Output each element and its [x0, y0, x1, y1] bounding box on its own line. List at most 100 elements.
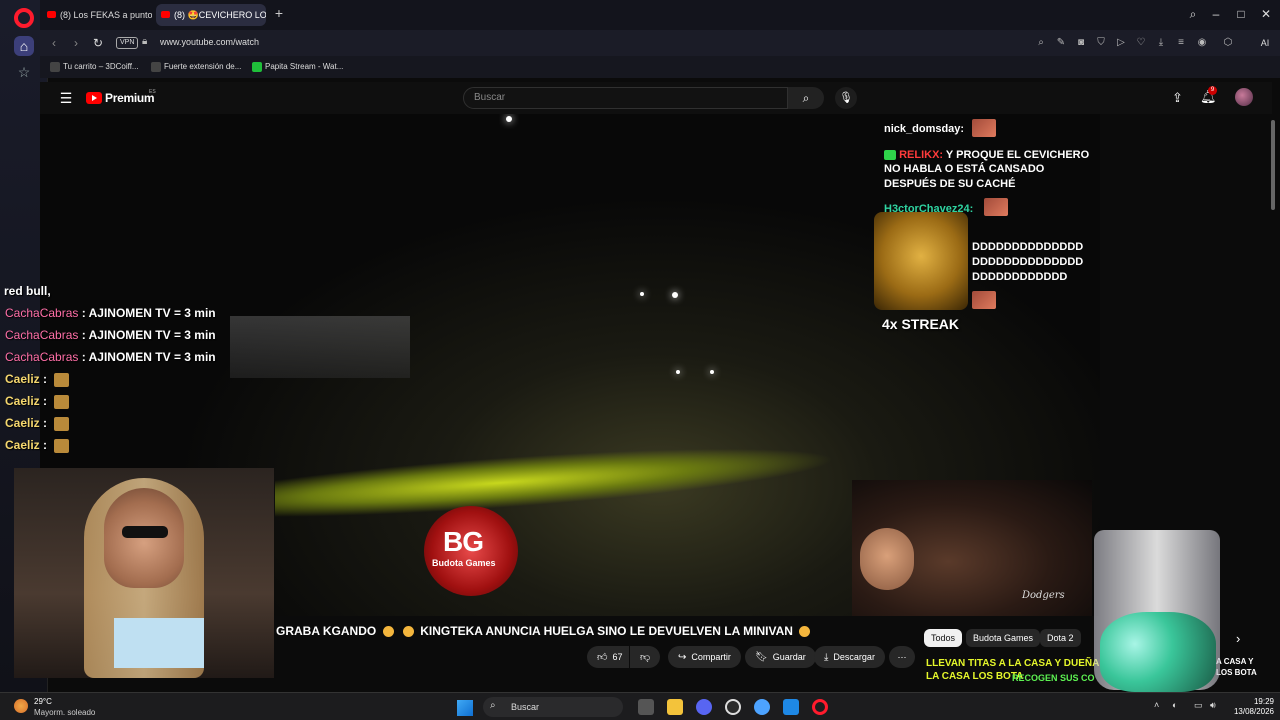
more-actions-button[interactable]: ⋯ — [889, 646, 915, 668]
streak-label: 4x STREAK — [882, 316, 960, 332]
minimize-icon[interactable]: – — [1208, 6, 1224, 22]
promo-banner[interactable]: LLEVAN TITAS A LA CASA Y DUEÑA LA CASA L… — [924, 656, 1100, 686]
chat-username: RELIKX: — [899, 149, 944, 161]
bookmark-icon: 🔖︎ — [755, 652, 768, 663]
chip-dota-2[interactable]: Dota 2 — [1040, 629, 1081, 647]
dislike-button[interactable]: 👎︎ — [630, 646, 660, 668]
favicon-icon — [252, 62, 262, 72]
search-input[interactable]: Buscar — [463, 87, 788, 109]
emoji-icon — [799, 626, 811, 638]
like-button[interactable]: 👍︎ 67 — [587, 646, 629, 668]
clock-time[interactable]: 19:29 — [1226, 697, 1274, 706]
tab-los-fekas[interactable]: (8) Los FEKAS a punto de — [42, 4, 152, 26]
youtube-logo-icon[interactable] — [86, 92, 102, 104]
share-button[interactable]: ↪ Compartir — [668, 646, 741, 668]
youtube-header: ☰ Premium ES Buscar ⌕ 🎙︎ ⇪ 🔔︎ 9 — [40, 82, 1272, 114]
chat-message: CachaCabras : AJINOMEN TV = 3 min — [5, 306, 216, 320]
profile-icon[interactable]: ◉ — [1195, 36, 1209, 50]
tab-strip: (8) Los FEKAS a punto de (8) 🤩CEVICHERO … — [40, 0, 1280, 30]
monitor-app-icon[interactable] — [783, 699, 799, 715]
bookmark-item[interactable]: Papita Stream - Wat... — [252, 61, 343, 73]
emote-icon — [984, 198, 1008, 216]
chevron-right-icon[interactable]: › — [1236, 631, 1240, 646]
camera-icon[interactable]: ◙ — [1074, 36, 1088, 50]
star-icon[interactable]: ☆ — [14, 62, 34, 82]
youtube-brand[interactable]: Premium — [105, 91, 155, 105]
forward-icon[interactable]: › — [68, 35, 84, 51]
ai-button[interactable]: AI — [1252, 34, 1278, 52]
play-icon[interactable]: ▷ — [1114, 36, 1128, 50]
notification-badge: 9 — [1208, 86, 1217, 95]
page-scrollbar[interactable] — [1271, 120, 1275, 210]
url-field[interactable]: www.youtube.com/watch — [160, 37, 259, 47]
taskbar-search-input[interactable]: Buscar — [483, 697, 623, 717]
chrome-icon[interactable] — [754, 699, 770, 715]
back-icon[interactable]: ‹ — [46, 35, 62, 51]
search-tabs-icon[interactable]: ⌕ — [1185, 6, 1201, 22]
weather-sun-icon[interactable] — [14, 699, 28, 713]
emoji-icon — [382, 626, 394, 638]
heart-icon[interactable]: ♡ — [1134, 36, 1148, 50]
menu-lines-icon[interactable]: ≡ — [1174, 36, 1188, 50]
chat-message: Caeliz : — [5, 416, 70, 431]
search-button[interactable]: ⌕ — [788, 87, 824, 109]
promo-line: LA CASA LOS BOTA — [926, 671, 1024, 682]
extensions-icon[interactable]: ⬡ — [1221, 36, 1235, 50]
tab-cevichero[interactable]: (8) 🤩CEVICHERO LO — [156, 4, 266, 26]
candy-overlay-image — [1100, 612, 1216, 692]
chat-message: Caeliz : — [5, 394, 70, 409]
chip-budota-games[interactable]: Budota Games — [966, 629, 1041, 647]
task-view-icon[interactable] — [638, 699, 654, 715]
home-icon[interactable]: ⌂ — [14, 36, 34, 56]
clock-date[interactable]: 13/08/2026 — [1226, 707, 1274, 716]
opera-logo-icon[interactable] — [14, 8, 34, 28]
avatar[interactable] — [1235, 88, 1253, 106]
edit-icon[interactable]: ✎ — [1054, 36, 1068, 50]
tray-chevron-icon[interactable]: ˄ — [1154, 700, 1159, 710]
emote-icon — [54, 416, 70, 431]
vpn-badge[interactable]: VPN — [116, 37, 139, 49]
save-button[interactable]: 🔖︎ Guardar — [745, 646, 816, 668]
download-icon[interactable]: ⤓ — [1154, 36, 1168, 50]
chat-text: : AJINOMEN TV = 3 min — [81, 306, 216, 320]
reload-icon[interactable]: ↻ — [90, 35, 106, 51]
microphone-icon[interactable]: 🎙︎ — [835, 87, 857, 109]
chat-text: : AJINOMEN TV = 3 min — [81, 328, 216, 342]
lock-icon[interactable]: 🔒︎ — [142, 36, 147, 47]
volume-icon[interactable]: 🔊︎ — [1210, 700, 1216, 711]
search-icon: ⌕ — [802, 91, 810, 105]
opera-taskbar-icon[interactable] — [812, 699, 828, 715]
file-explorer-icon[interactable] — [667, 699, 683, 715]
bookmark-item[interactable]: Fuerte extensión de... — [151, 61, 241, 73]
network-icon[interactable]: ▭ — [1194, 700, 1203, 711]
download-button[interactable]: ⤓ Descargar — [814, 646, 885, 668]
windows-start-icon[interactable] — [457, 700, 473, 716]
maximize-icon[interactable]: □ — [1233, 6, 1249, 22]
upload-icon[interactable]: ⇪ — [1172, 90, 1183, 106]
hamburger-menu-icon[interactable]: ☰ — [58, 90, 74, 106]
new-tab-plus-icon[interactable]: + — [272, 6, 286, 20]
tray-app-icon[interactable]: ◐ — [1172, 700, 1177, 710]
chip-all[interactable]: Todos — [924, 629, 963, 647]
weather-description[interactable]: Mayorm. soleado — [34, 708, 95, 717]
shield-icon[interactable]: ⛉ — [1094, 36, 1108, 50]
emote-icon — [54, 394, 70, 409]
favicon-icon — [151, 62, 161, 72]
weather-temperature[interactable]: 29°C — [34, 697, 52, 706]
steam-icon[interactable] — [725, 699, 741, 715]
promo-line: LLEVAN TITAS A LA CASA Y DUEÑA — [926, 658, 1100, 669]
thumbs-up-icon: 👍︎ — [597, 652, 608, 663]
share-label: Compartir — [691, 652, 731, 662]
close-icon[interactable]: ✕ — [1258, 6, 1274, 22]
chat-text: Y PROQUE EL CEVICHERO — [945, 149, 1090, 161]
chat-message: CachaCabras : AJINOMEN TV = 3 min — [5, 328, 216, 342]
streamer-face — [104, 488, 184, 588]
promo-line: LOS BOTA — [1216, 668, 1257, 677]
like-count: 67 — [612, 652, 623, 662]
search-page-icon[interactable]: ⌕ — [1034, 36, 1048, 50]
badge-icon — [884, 150, 896, 161]
chat-text: NO HABLA O ESTÁ CANSADO — [884, 163, 1045, 175]
discord-icon[interactable] — [696, 699, 712, 715]
bookmark-item[interactable]: Tu carrito – 3DCoiff... — [50, 61, 139, 73]
title-part: KINGTEKA ANUNCIA HUELGA SINO LE DEVUELVE… — [420, 624, 793, 638]
